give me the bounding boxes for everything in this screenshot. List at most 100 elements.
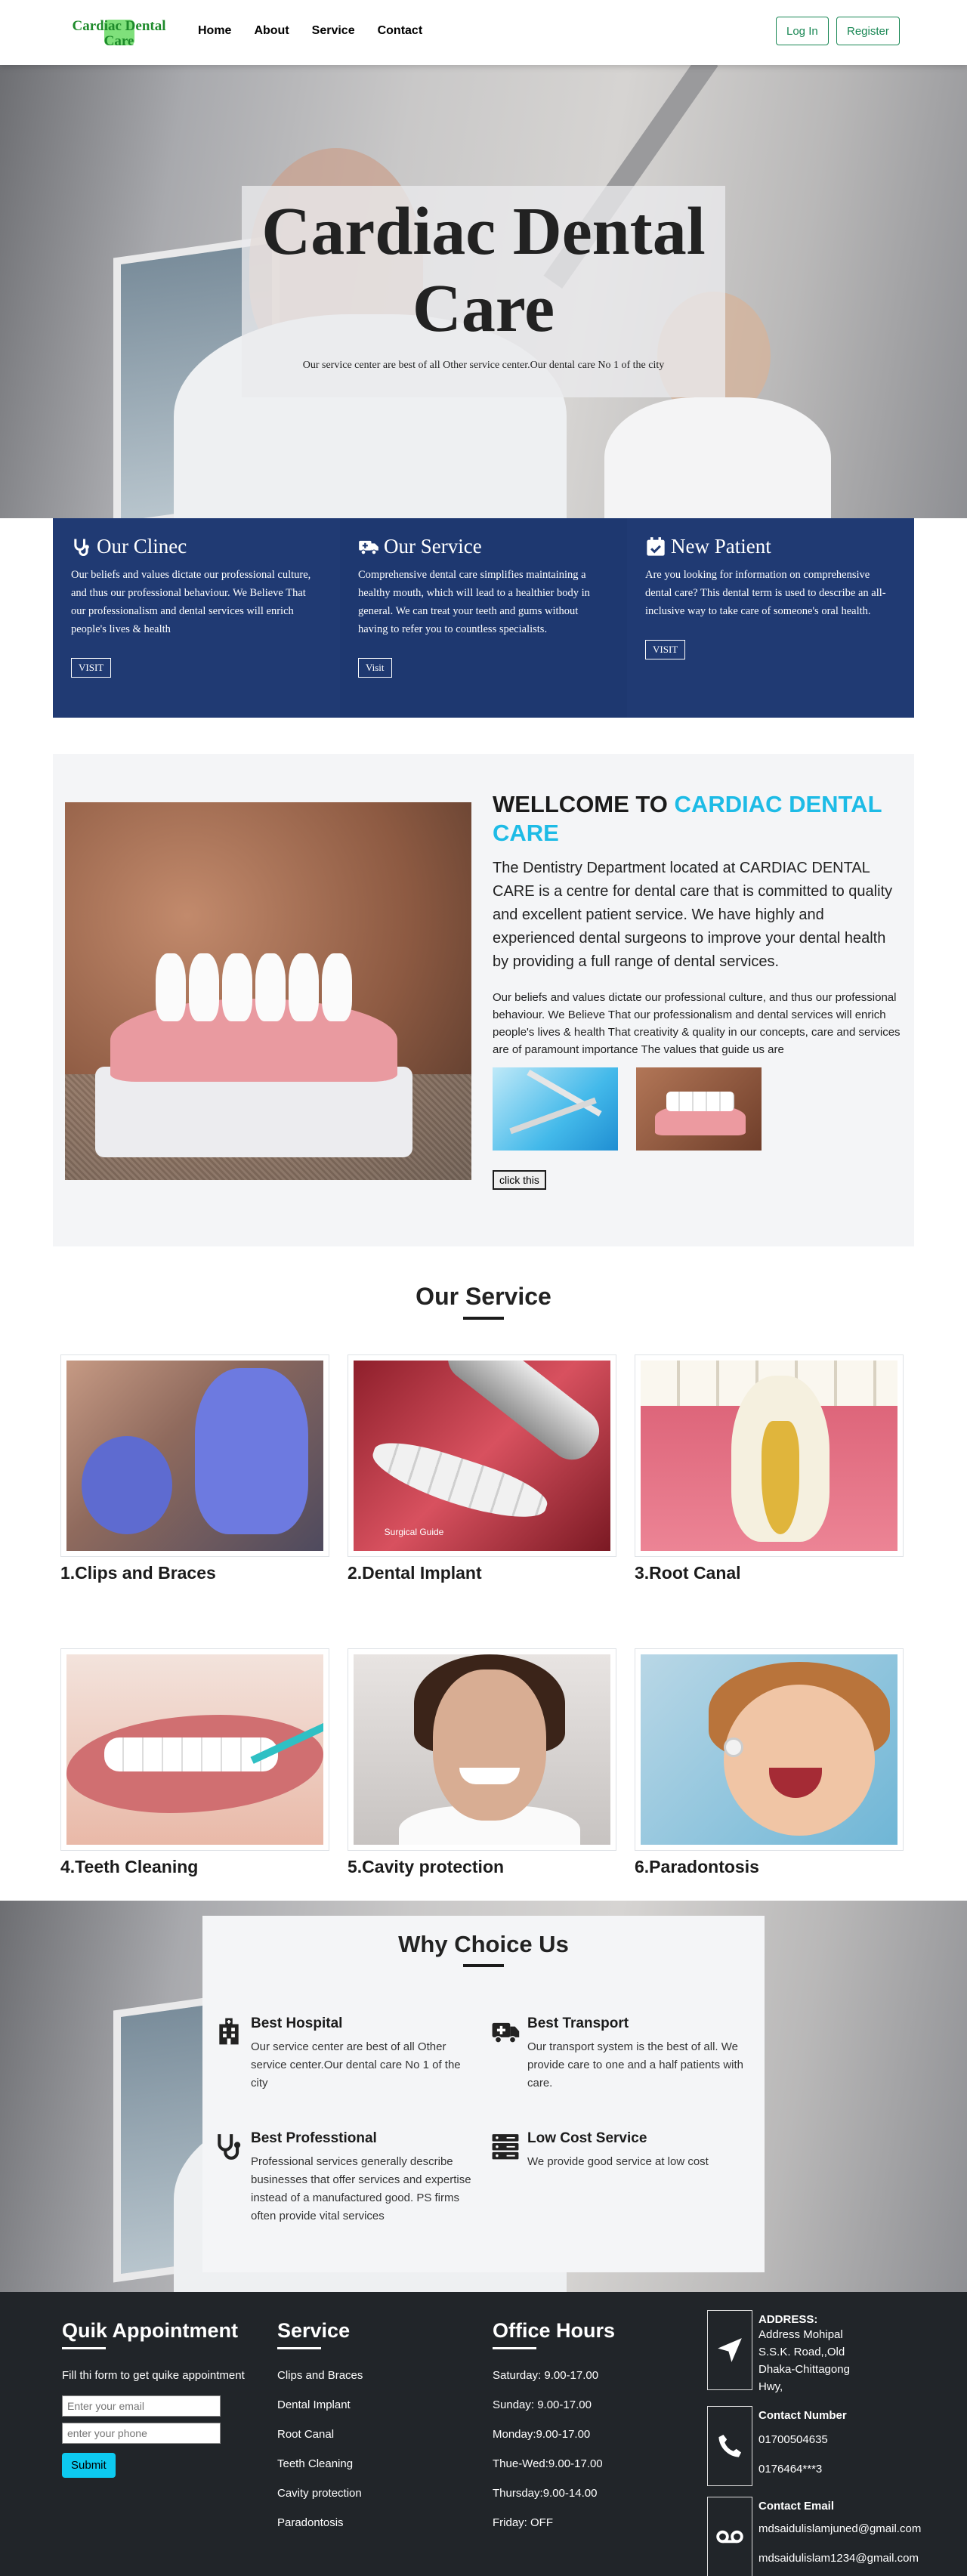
register-button[interactable]: Register xyxy=(836,17,900,45)
office-hours-row: Saturday: 9.00-17.00 xyxy=(493,2369,599,2382)
visit-button[interactable]: VISIT xyxy=(645,640,686,659)
footer-service-list: Clips and Braces Dental Implant Root Can… xyxy=(277,2369,459,2529)
phone-number[interactable]: 01700504635 xyxy=(758,2431,847,2448)
why-item-transport: Best Transport Our transport system is t… xyxy=(491,2015,755,2093)
service-name: 2.Dental Implant xyxy=(348,1563,482,1583)
login-button[interactable]: Log In xyxy=(776,17,829,45)
service-image-implant: Surgical Guide xyxy=(354,1361,610,1551)
server-icon xyxy=(492,2134,519,2160)
service-card-cleaning[interactable]: 4.Teeth Cleaning xyxy=(60,1648,329,1877)
phone-number[interactable]: 0176464***3 xyxy=(758,2460,847,2478)
info-card-text: Comprehensive dental care simplifies mai… xyxy=(358,569,590,635)
welcome-section: WELLCOME TO CARDIAC DENTAL CARE The Dent… xyxy=(53,754,914,1246)
office-hours-row: Thue-Wed:9.00-17.00 xyxy=(493,2457,603,2470)
footer-service-link[interactable]: Dental Implant xyxy=(277,2398,459,2411)
top-navbar: Cardiac Dental Care Home About Service C… xyxy=(0,0,967,65)
service-grid: 1.Clips and Braces Surgical Guide 2.Dent… xyxy=(60,1354,907,1877)
footer-phone-row: Contact Number 01700504635 0176464***3 xyxy=(707,2406,949,2486)
info-card-title: Our Clinec xyxy=(71,535,322,558)
main-menu: Home About Service Contact xyxy=(198,24,422,38)
nav-link-about[interactable]: About xyxy=(254,24,289,38)
service-name: 4.Teeth Cleaning xyxy=(60,1857,199,1876)
phone-icon xyxy=(718,2434,742,2457)
visit-button[interactable]: VISIT xyxy=(71,658,112,678)
why-item-low-cost: Low Cost Service We provide good service… xyxy=(491,2130,755,2171)
appointment-phone-input[interactable] xyxy=(62,2423,221,2444)
service-name: 5.Cavity protection xyxy=(348,1857,505,1876)
why-item-text: Our service center are best of all Other… xyxy=(251,2040,461,2090)
nav-link-contact[interactable]: Contact xyxy=(378,24,423,38)
info-card-title: Our Service xyxy=(358,535,609,558)
thumbnail-denture-model xyxy=(636,1067,762,1151)
footer-appointment-title: Quik Appointment xyxy=(62,2319,238,2342)
service-card-implant[interactable]: Surgical Guide 2.Dental Implant xyxy=(348,1354,616,1583)
service-card-paradontosis[interactable]: 6.Paradontosis xyxy=(635,1648,904,1877)
footer-service-link[interactable]: Teeth Cleaning xyxy=(277,2457,459,2470)
footer-service-link[interactable]: Clips and Braces xyxy=(277,2369,459,2382)
email-address[interactable]: mdsaidulislam1234@gmail.com xyxy=(758,2550,921,2567)
footer-service: Service Clips and Braces Dental Implant … xyxy=(277,2319,459,2546)
why-item-professional: Best Professtional Professional services… xyxy=(215,2130,479,2225)
info-card-clinic: Our Clinec Our beliefs and values dictat… xyxy=(53,518,340,718)
stethoscope-icon xyxy=(74,539,89,556)
footer-address-row: ADDRESS: Address Mohipal S.S.K. Road,,Ol… xyxy=(707,2310,949,2395)
service-image-cleaning xyxy=(66,1654,323,1845)
service-card-cavity[interactable]: 5.Cavity protection xyxy=(348,1648,616,1877)
why-item-hospital: Best Hospital Our service center are bes… xyxy=(215,2015,479,2093)
footer-hours-title: Office Hours xyxy=(493,2319,616,2342)
stethoscope-icon xyxy=(218,2134,241,2160)
why-item-title: Best Professtional xyxy=(251,2130,377,2146)
info-cards: Our Clinec Our beliefs and values dictat… xyxy=(53,518,914,718)
appointment-email-input[interactable] xyxy=(62,2395,221,2417)
hero-text-box: Cardiac Dental Care Our service center a… xyxy=(242,186,725,397)
service-image-braces xyxy=(66,1361,323,1551)
footer-service-link[interactable]: Paradontosis xyxy=(277,2516,459,2529)
visit-button[interactable]: Visit xyxy=(358,658,392,678)
image-caption: Surgical Guide xyxy=(384,1527,444,1537)
why-item-title: Best Hospital xyxy=(251,2015,343,2031)
address-label: ADDRESS: xyxy=(758,2313,818,2326)
why-section: Why Choice Us Best Hospital Our service … xyxy=(202,1916,765,2272)
service-name: 6.Paradontosis xyxy=(635,1857,759,1876)
info-card-text: Our beliefs and values dictate our profe… xyxy=(71,569,311,635)
service-card-braces[interactable]: 1.Clips and Braces xyxy=(60,1354,329,1583)
hero-title-line1: Cardiac Dental xyxy=(261,194,706,269)
footer-hours-list: Saturday: 9.00-17.00 Sunday: 9.00-17.00 … xyxy=(493,2369,681,2529)
hero-assistant-coat xyxy=(604,397,831,518)
footer-appointment-text: Fill thi form to get quike appointment xyxy=(62,2369,245,2382)
address-value: Address Mohipal S.S.K. Road,,Old Dhaka-C… xyxy=(758,2328,850,2393)
office-hours-row: Friday: OFF xyxy=(493,2516,554,2529)
contact-number-label: Contact Number xyxy=(758,2409,847,2422)
why-item-title: Low Cost Service xyxy=(527,2130,647,2146)
site-logo[interactable]: Cardiac Dental Care xyxy=(60,15,178,49)
nav-link-service[interactable]: Service xyxy=(312,24,355,38)
why-heading: Why Choice Us xyxy=(398,1931,569,1957)
footer-email-row: Contact Email mdsaidulislamjuned@gmail.c… xyxy=(707,2497,949,2576)
hero-subtitle: Our service center are best of all Other… xyxy=(302,360,665,371)
info-card-title-text: Our Service xyxy=(384,535,482,558)
footer-service-link[interactable]: Root Canal xyxy=(277,2428,459,2441)
email-address[interactable]: mdsaidulislamjuned@gmail.com xyxy=(758,2520,921,2537)
footer-appointment: Quik Appointment Fill thi form to get qu… xyxy=(62,2319,258,2478)
footer-service-link[interactable]: Cavity protection xyxy=(277,2487,459,2500)
why-item-title: Best Transport xyxy=(527,2015,629,2031)
calendar-check-icon xyxy=(647,536,665,556)
service-card-root-canal[interactable]: 3.Root Canal xyxy=(635,1354,904,1583)
why-item-text: Professional services generally describe… xyxy=(251,2155,471,2222)
logo-text-line1: Cardiac Dental xyxy=(72,18,166,34)
click-this-button[interactable]: click this xyxy=(493,1170,546,1190)
welcome-lead: The Dentistry Department located at CARD… xyxy=(493,860,893,970)
why-item-text: Our transport system is the best of all.… xyxy=(527,2040,744,2090)
footer-underline xyxy=(493,2347,536,2349)
welcome-text: WELLCOME TO CARDIAC DENTAL CARE The Dent… xyxy=(493,790,901,1190)
ambulance-icon xyxy=(492,2022,520,2043)
site-footer: Quik Appointment Fill thi form to get qu… xyxy=(0,2292,967,2576)
welcome-title-plain: WELLCOME TO xyxy=(493,791,668,817)
footer-underline xyxy=(277,2347,321,2349)
service-name: 1.Clips and Braces xyxy=(60,1563,216,1583)
appointment-submit-button[interactable]: Submit xyxy=(62,2453,116,2478)
hero-banner: Cardiac Dental Care Our service center a… xyxy=(0,65,967,518)
hero-title: Cardiac Dental Care xyxy=(242,186,725,347)
nav-link-home[interactable]: Home xyxy=(198,24,231,38)
welcome-title: WELLCOME TO CARDIAC DENTAL CARE xyxy=(493,790,901,848)
